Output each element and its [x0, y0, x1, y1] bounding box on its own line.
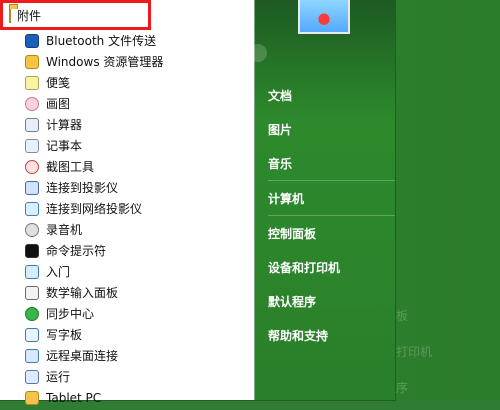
user-avatar[interactable] [298, 0, 350, 34]
link-label: 计算机 [268, 191, 305, 206]
link-pictures[interactable]: 图片 [268, 112, 395, 146]
bluetooth-icon [24, 33, 40, 49]
list-item[interactable]: Tablet PC [0, 387, 254, 408]
list-item-label: 画图 [46, 97, 71, 111]
list-item-label: 入门 [46, 265, 71, 279]
command-prompt-icon [24, 243, 40, 259]
list-item[interactable]: 画图 [0, 93, 254, 114]
link-help-and-support[interactable]: 帮助和支持 [268, 318, 395, 352]
scroll-indicator-icon [249, 44, 267, 62]
list-item-label: 录音机 [46, 223, 83, 237]
folder-label: 附件 [17, 8, 42, 23]
remote-desktop-icon [24, 348, 40, 364]
link-documents[interactable]: 文档 [268, 78, 395, 112]
accessories-folder[interactable]: 附件 [0, 0, 151, 30]
list-item[interactable]: 同步中心 [0, 303, 254, 324]
microphone-icon [24, 222, 40, 238]
sticky-notes-icon [24, 75, 40, 91]
list-item-label: 连接到投影仪 [46, 181, 119, 195]
list-item-label: 截图工具 [46, 160, 95, 174]
link-label: 音乐 [268, 156, 293, 171]
start-menu: 附件 Bluetooth 文件传送 Windows 资源管理器 便笺 画图 计算… [0, 0, 395, 405]
tablet-pc-folder-icon [24, 390, 40, 406]
link-label: 文档 [268, 88, 293, 103]
list-item[interactable]: 运行 [0, 366, 254, 387]
list-item[interactable]: 写字板 [0, 324, 254, 345]
list-item-label: Bluetooth 文件传送 [46, 34, 157, 48]
link-label: 帮助和支持 [268, 328, 329, 343]
snipping-tool-icon [24, 159, 40, 175]
list-item-label: 便笺 [46, 76, 71, 90]
list-item-label: 记事本 [46, 139, 83, 153]
right-pane: 文档 图片 音乐 计算机 控制面板 设备和打印机 默认程序 帮助和支持 [249, 0, 395, 400]
list-item[interactable]: 截图工具 [0, 156, 254, 177]
list-item[interactable]: 计算器 [0, 114, 254, 135]
accessories-list: Bluetooth 文件传送 Windows 资源管理器 便笺 画图 计算器 记… [0, 30, 254, 408]
list-item-label: 同步中心 [46, 307, 95, 321]
link-label: 图片 [268, 122, 293, 137]
list-item[interactable]: 入门 [0, 261, 254, 282]
link-control-panel[interactable]: 控制面板 [268, 216, 395, 250]
list-item-label: 命令提示符 [46, 244, 107, 258]
list-item-label: Windows 资源管理器 [46, 55, 164, 69]
folder-icon [9, 7, 11, 23]
link-computer[interactable]: 计算机 [268, 181, 395, 215]
list-item-label: 计算器 [46, 118, 83, 132]
link-devices-and-printers[interactable]: 设备和打印机 [268, 250, 395, 284]
getting-started-icon [24, 264, 40, 280]
list-item[interactable]: 连接到网络投影仪 [0, 198, 254, 219]
link-label: 默认程序 [268, 294, 317, 309]
link-label: 设备和打印机 [268, 260, 341, 275]
wordpad-icon [24, 327, 40, 343]
link-label: 控制面板 [268, 226, 317, 241]
list-item-label: 连接到网络投影仪 [46, 202, 143, 216]
list-item[interactable]: 便笺 [0, 72, 254, 93]
list-item-label: 运行 [46, 370, 71, 384]
list-item-label: 写字板 [46, 328, 83, 342]
link-default-programs[interactable]: 默认程序 [268, 284, 395, 318]
list-item[interactable]: 命令提示符 [0, 240, 254, 261]
list-item[interactable]: 连接到投影仪 [0, 177, 254, 198]
network-projector-icon [24, 201, 40, 217]
paint-icon [24, 96, 40, 112]
list-item[interactable]: 远程桌面连接 [0, 345, 254, 366]
list-item[interactable]: 数学输入面板 [0, 282, 254, 303]
list-item-label: 数学输入面板 [46, 286, 119, 300]
list-item[interactable]: 录音机 [0, 219, 254, 240]
calculator-icon [24, 117, 40, 133]
windows-explorer-icon [24, 54, 40, 70]
list-item-label: 远程桌面连接 [46, 349, 119, 363]
list-item[interactable]: Bluetooth 文件传送 [0, 30, 254, 51]
right-pane-links: 文档 图片 音乐 计算机 控制面板 设备和打印机 默认程序 帮助和支持 [268, 78, 395, 352]
notepad-icon [24, 138, 40, 154]
link-music[interactable]: 音乐 [268, 146, 395, 180]
projector-icon [24, 180, 40, 196]
list-item[interactable]: 记事本 [0, 135, 254, 156]
programs-list-pane: 附件 Bluetooth 文件传送 Windows 资源管理器 便笺 画图 计算… [0, 0, 255, 405]
math-input-icon [24, 285, 40, 301]
sync-center-icon [24, 306, 40, 322]
list-item[interactable]: Windows 资源管理器 [0, 51, 254, 72]
run-icon [24, 369, 40, 385]
list-item-label: Tablet PC [46, 390, 102, 405]
